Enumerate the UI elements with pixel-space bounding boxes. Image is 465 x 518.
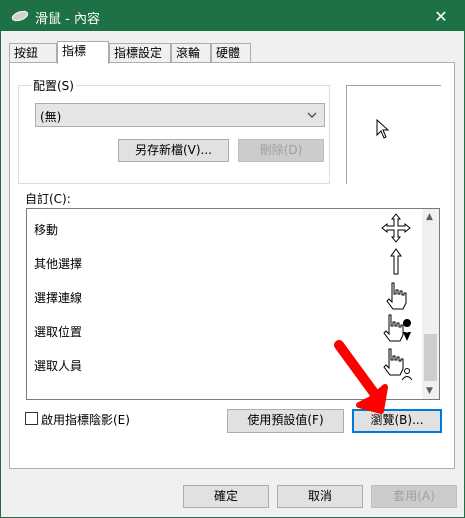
red-arrow-icon xyxy=(334,340,388,414)
list-item-link-select[interactable]: 選擇連線 xyxy=(27,279,423,313)
up-arrow-cursor-icon xyxy=(390,248,402,275)
tab-wheel[interactable]: 滾輪 xyxy=(171,43,211,62)
mouse-properties-window: 滑鼠 - 內容 ✕ 按鈕 指標 指標設定 滾輪 硬體 配置(S) (無) 另存新… xyxy=(0,0,465,518)
customize-label: 自訂(C): xyxy=(25,192,71,206)
ok-button[interactable]: 確定 xyxy=(183,485,269,508)
scheme-group xyxy=(18,85,330,184)
chevron-down-icon xyxy=(307,112,317,118)
list-item-label: 其他選擇 xyxy=(34,257,83,271)
tab-pointers[interactable]: 指標 xyxy=(57,41,109,64)
cancel-button[interactable]: 取消 xyxy=(277,485,363,508)
scheme-dropdown[interactable]: (無) xyxy=(35,103,325,127)
hand-cursor-icon xyxy=(386,282,407,310)
apply-button[interactable]: 套用(A) xyxy=(371,485,457,508)
list-item-move[interactable]: 移動 xyxy=(27,211,423,245)
arrow-cursor-icon xyxy=(376,119,390,139)
title-bar[interactable]: 滑鼠 - 內容 ✕ xyxy=(1,1,464,31)
scheme-label: 配置(S) xyxy=(31,77,76,94)
tab-pointer-options[interactable]: 指標設定 xyxy=(109,43,171,62)
list-item-label: 選擇連線 xyxy=(34,291,83,305)
cursor-preview xyxy=(346,85,441,184)
list-item-alternate-select[interactable]: 其他選擇 xyxy=(27,245,423,279)
pointer-shadow-label[interactable]: 啟用指標陰影(E) xyxy=(41,411,130,428)
close-button[interactable]: ✕ xyxy=(418,1,464,31)
scheme-selected-value: (無) xyxy=(40,110,62,124)
tab-buttons[interactable]: 按鈕 xyxy=(9,43,57,62)
scroll-down-icon[interactable]: ▼ xyxy=(426,386,433,396)
scroll-thumb[interactable] xyxy=(424,334,437,381)
tab-hardware[interactable]: 硬體 xyxy=(211,43,251,62)
list-scrollbar[interactable]: ▲ ▼ xyxy=(422,209,439,399)
list-item-label: 選取人員 xyxy=(34,359,83,373)
delete-button[interactable]: 刪除(D) xyxy=(238,139,324,162)
list-item-label: 選取位置 xyxy=(34,325,83,339)
pointer-shadow-checkbox[interactable] xyxy=(25,412,38,425)
save-as-button[interactable]: 另存新檔(V)... xyxy=(118,139,229,162)
move-cursor-icon xyxy=(381,213,411,243)
mouse-icon xyxy=(11,10,29,22)
list-item-label: 移動 xyxy=(34,223,59,237)
close-icon: ✕ xyxy=(434,6,448,26)
window-title: 滑鼠 - 內容 xyxy=(35,12,100,27)
scroll-up-icon[interactable]: ▲ xyxy=(426,212,433,222)
use-default-button[interactable]: 使用預設值(F) xyxy=(227,409,344,433)
